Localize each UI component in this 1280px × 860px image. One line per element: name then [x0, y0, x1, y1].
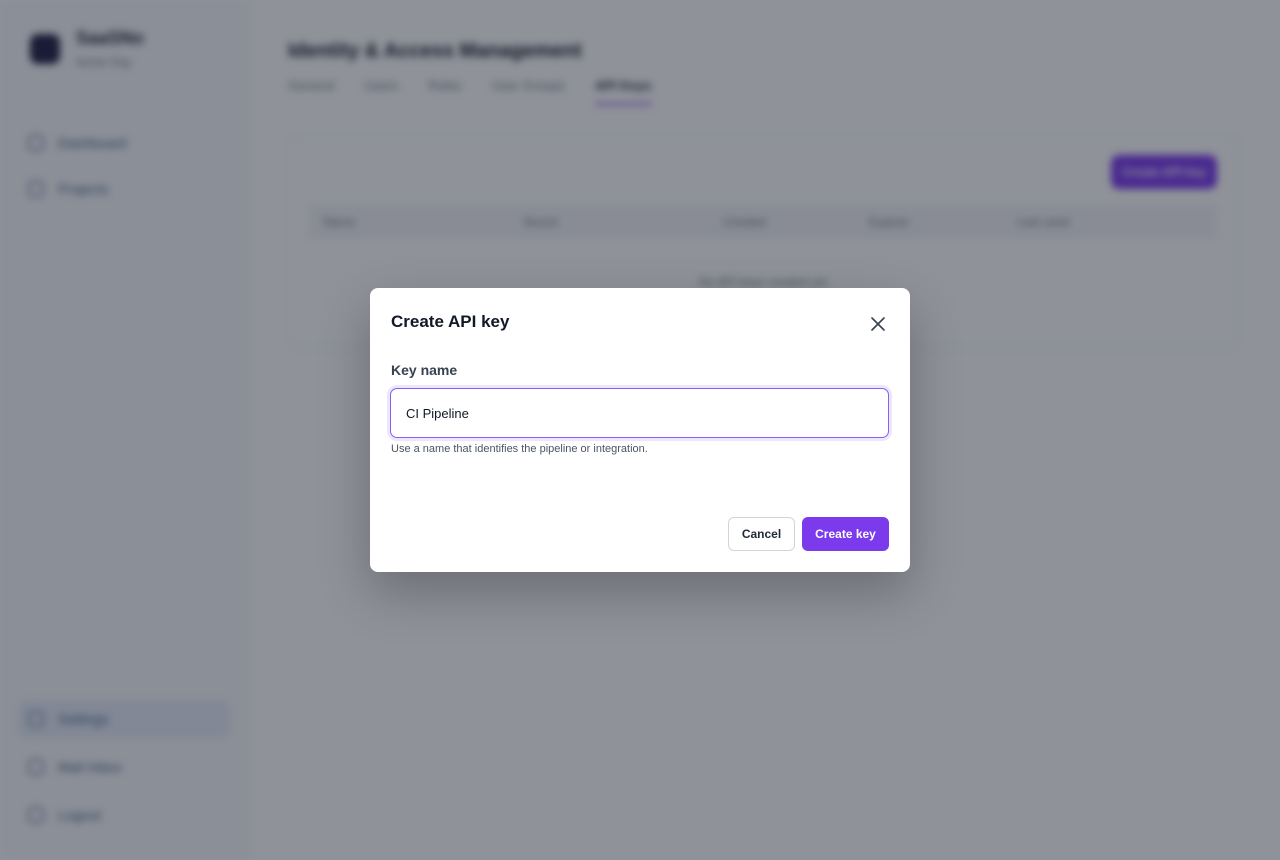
- dialog-title: Create API key: [391, 312, 510, 331]
- create-key-button[interactable]: Create key: [802, 517, 889, 551]
- key-name-hint: Use a name that identifies the pipeline …: [391, 443, 648, 455]
- cancel-button[interactable]: Cancel: [728, 517, 795, 551]
- close-icon: [871, 317, 885, 331]
- key-name-input[interactable]: [391, 389, 888, 437]
- key-name-label: Key name: [391, 362, 458, 378]
- create-api-key-dialog: Create API key Key name Use a name that …: [370, 288, 910, 572]
- close-button[interactable]: [868, 314, 888, 334]
- key-name-field-wrapper: [390, 388, 889, 438]
